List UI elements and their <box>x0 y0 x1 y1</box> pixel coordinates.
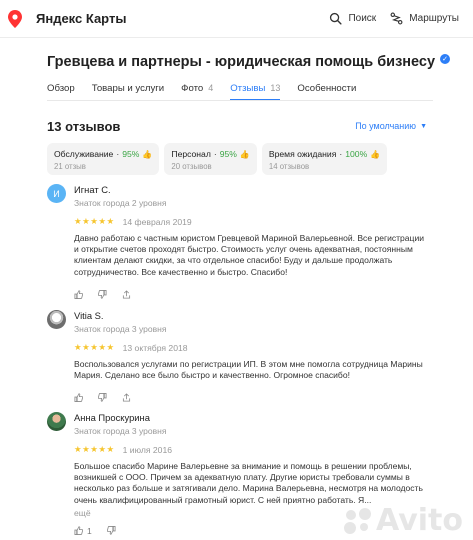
tab-products[interactable]: Товары и услуги <box>92 82 164 100</box>
aspect-count: 21 отзыв <box>54 162 86 171</box>
aspect-count: 14 отзывов <box>268 162 310 171</box>
review-date: 13 октября 2018 <box>122 342 188 353</box>
organization-name: Гревцева и партнеры - юридическая помощь… <box>47 54 436 70</box>
avito-watermark: Avito <box>344 503 463 538</box>
review-item: И Игнат С. Знаток города 2 уровня ★★★★★ … <box>47 184 437 299</box>
sort-label: По умолчанию <box>355 121 417 131</box>
aspect-percent: 100% <box>345 149 368 159</box>
reviewer-level: Знаток города 2 уровня <box>74 198 167 208</box>
review-text: Давно работаю с частным юристом Гревцево… <box>74 233 424 277</box>
tabs-bar: Обзор Товары и услуги Фото 4 Отзывы 13 Осо… <box>47 82 356 101</box>
review-item: Vitia S. Знаток города 3 уровня ★★★★★ 13… <box>47 310 437 403</box>
reviewer-level: Знаток города 3 уровня <box>74 324 167 334</box>
chevron-down-icon: ▼ <box>420 122 427 130</box>
tab-photo-count: 4 <box>208 83 214 93</box>
thumbs-down-icon <box>98 289 107 299</box>
star-rating: ★★★★★ <box>74 444 115 454</box>
avito-logo-icon <box>344 507 374 534</box>
review-text: Большое спасибо Марине Валерьевне за вни… <box>74 461 423 505</box>
tab-products-label: Товары и услуги <box>91 82 165 94</box>
tab-features[interactable]: Особенности <box>297 82 356 100</box>
aspect-name: Обслуживание <box>54 149 114 159</box>
aspect-percent: 95% <box>219 149 237 159</box>
tab-reviews-count: 13 <box>270 83 281 93</box>
watermark-text: Avito <box>376 503 463 538</box>
like-count: 1 <box>87 525 92 536</box>
tab-overview-label: Обзор <box>47 82 75 94</box>
reviewer-name[interactable]: Анна Проскурина <box>74 412 166 423</box>
thumbs-up-icon <box>74 526 83 536</box>
aspect-ratings: Обслуживание · 95% 👍 21 отзыв Персонал · 95% 👍… <box>47 143 388 175</box>
tab-overview[interactable]: Обзор <box>47 82 75 100</box>
star-rating: ★★★★★ <box>74 342 115 352</box>
dislike-button[interactable] <box>98 289 107 299</box>
dislike-button[interactable] <box>98 393 107 403</box>
thumbs-up-icon <box>74 290 83 299</box>
share-icon <box>122 393 131 402</box>
avatar[interactable] <box>47 412 66 431</box>
verified-icon: ✓ <box>440 54 451 64</box>
app-title[interactable]: Яндекс Карты <box>36 11 126 26</box>
tab-photo[interactable]: Фото 4 <box>181 82 213 100</box>
like-button[interactable] <box>74 393 83 403</box>
routes-button-label: Маршруты <box>409 12 459 24</box>
avatar[interactable]: И <box>47 184 66 203</box>
review-text: Воспользовался услугами по регистрации И… <box>74 359 423 381</box>
like-button[interactable]: 1 <box>74 526 92 536</box>
thumbs-down-icon <box>106 526 116 535</box>
tab-reviews-label: Отзывы <box>230 82 266 94</box>
share-icon <box>122 290 131 299</box>
avatar[interactable] <box>47 310 66 329</box>
review-date: 14 февраля 2019 <box>122 216 192 227</box>
reviews-count-heading: 13 отзывов <box>47 119 121 134</box>
aspect-staff[interactable]: Персонал · 95% 👍 20 отзывов <box>164 143 257 175</box>
search-button-label: Поиск <box>348 12 377 24</box>
review-date: 1 июля 2016 <box>122 444 173 455</box>
top-actions: Поиск Маршруты <box>329 8 459 28</box>
like-button[interactable] <box>74 290 83 299</box>
tabs-divider <box>47 100 433 101</box>
thumbs-up-icon: 👍 <box>239 149 250 159</box>
thumbs-up-icon: 👍 <box>142 149 153 159</box>
aspect-name: Персонал <box>171 149 211 159</box>
routes-button[interactable]: Маршруты <box>390 8 459 28</box>
dislike-button[interactable] <box>106 526 116 535</box>
tab-photo-label: Фото <box>181 82 204 94</box>
star-rating: ★★★★★ <box>74 216 115 226</box>
aspect-count: 20 отзывов <box>171 162 212 171</box>
routes-icon <box>390 12 403 24</box>
reviewer-name[interactable]: Игнат С. <box>74 184 166 195</box>
tab-features-label: Особенности <box>297 82 357 94</box>
reviewer-name[interactable]: Vitia S. <box>74 310 166 321</box>
organization-title: Гревцева и партнеры - юридическая помощь… <box>47 54 451 70</box>
search-button[interactable]: Поиск <box>329 8 376 28</box>
aspect-percent: 95% <box>122 149 140 159</box>
aspect-waiting-time[interactable]: Время ожидания · 100% 👍 14 отзывов <box>261 143 388 175</box>
tab-reviews[interactable]: Отзывы 13 <box>230 82 281 101</box>
aspect-name: Время ожидания <box>268 149 337 159</box>
top-bar: Яндекс Карты Поиск Маршруты <box>0 0 473 38</box>
thumbs-down-icon <box>98 393 107 403</box>
share-button[interactable] <box>122 290 131 299</box>
map-pin-logo-icon[interactable] <box>8 10 22 28</box>
thumbs-up-icon <box>74 393 83 403</box>
aspect-service[interactable]: Обслуживание · 95% 👍 21 отзыв <box>47 143 160 175</box>
share-button[interactable] <box>122 393 131 402</box>
reviewer-level: Знаток города 3 уровня <box>74 426 167 436</box>
sort-dropdown[interactable]: По умолчанию ▼ <box>355 121 427 131</box>
thumbs-up-icon: 👍 <box>370 149 381 159</box>
search-icon <box>330 12 343 25</box>
